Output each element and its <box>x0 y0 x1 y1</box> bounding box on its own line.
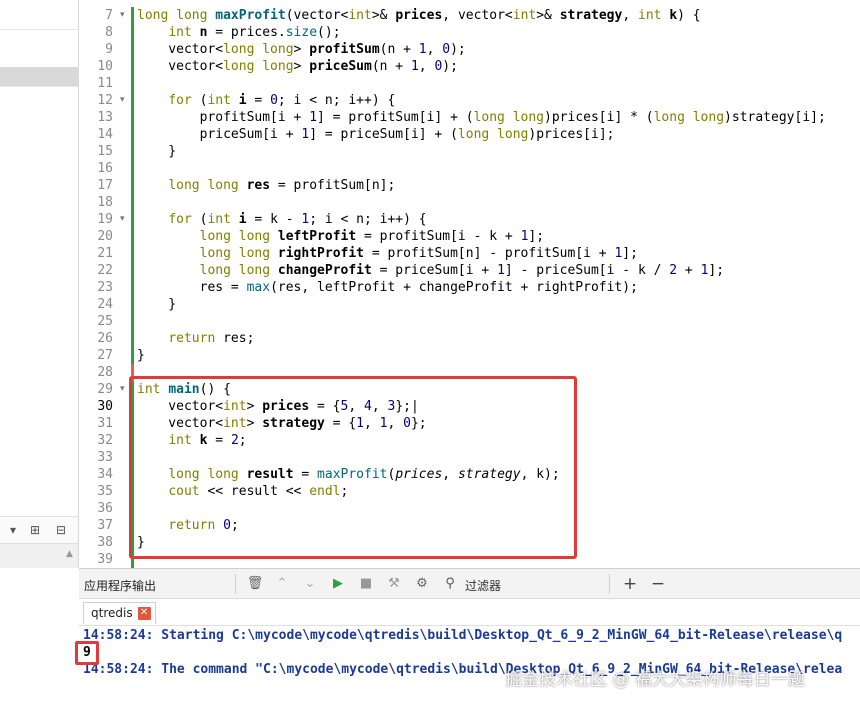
tab-label: qtredis <box>91 606 133 620</box>
line-number: 16 <box>97 161 113 176</box>
main-function-highlight <box>129 376 577 559</box>
line-number: 15 <box>97 144 113 159</box>
split-close-icon[interactable]: ⊟ <box>56 522 66 538</box>
code-line[interactable]: } <box>137 143 176 160</box>
line-number: 38 <box>97 535 113 550</box>
line-number: 22 <box>97 263 113 278</box>
line-number: 8 <box>105 25 113 40</box>
add-icon[interactable]: + <box>621 575 639 593</box>
divider <box>235 574 236 594</box>
line-number: 26 <box>97 331 113 346</box>
chevron-up-icon[interactable]: ⌃ <box>273 575 291 593</box>
line-number: 34 <box>97 467 113 482</box>
line-number: 25 <box>97 314 113 329</box>
code-line[interactable]: long long res = profitSum[n]; <box>137 177 395 194</box>
code-line[interactable]: int n = prices.size(); <box>137 24 340 41</box>
code-line[interactable]: } <box>137 347 145 364</box>
code-line[interactable]: vector<long long> profitSum(n + 1, 0); <box>137 41 465 58</box>
line-number: 27 <box>97 348 113 363</box>
line-number: 11 <box>97 76 113 91</box>
line-number: 13 <box>97 110 113 125</box>
line-number: 10 <box>97 59 113 74</box>
scroll-up-icon[interactable]: ▲ <box>66 549 73 559</box>
fold-arrow-icon[interactable]: ▾ <box>120 92 125 109</box>
divider <box>0 86 78 87</box>
code-line[interactable]: long long leftProfit = profitSum[i - k +… <box>137 228 544 245</box>
result-highlight <box>75 641 99 665</box>
line-number: 24 <box>97 297 113 312</box>
selected-tree-item[interactable] <box>0 67 78 86</box>
output-line-starting: 14:58:24: Starting C:\mycode\mycode\qtre… <box>83 628 843 643</box>
code-line[interactable]: long long maxProfit(vector<int>& prices,… <box>137 7 701 24</box>
fold-arrow-icon[interactable]: ▾ <box>120 381 125 398</box>
line-number: 35 <box>97 484 113 499</box>
line-number: 28 <box>97 365 113 380</box>
fold-arrow-icon[interactable]: ▾ <box>120 211 125 228</box>
line-number: 21 <box>97 246 113 261</box>
line-number: 18 <box>97 195 113 210</box>
line-number: 32 <box>97 433 113 448</box>
tab-qtredis[interactable]: qtredis ✕ <box>83 602 156 624</box>
chevron-down-icon[interactable]: ⌄ <box>301 575 319 593</box>
gear-icon[interactable]: ⚙ <box>413 575 431 593</box>
build-icon[interactable]: ⚒ <box>385 575 403 593</box>
search-icon: ⚲ <box>445 576 455 591</box>
line-number: 37 <box>97 518 113 533</box>
line-number: 17 <box>97 178 113 193</box>
line-number: 14 <box>97 127 113 142</box>
line-number: 9 <box>105 42 113 57</box>
clear-icon[interactable]: 🗑 <box>246 575 264 593</box>
code-line[interactable]: priceSum[i + 1] = priceSum[i] + (long lo… <box>137 126 615 143</box>
watermark: 掘金技术社区 @ 福大大架构师每日一题 <box>505 670 805 690</box>
stop-icon[interactable]: ■ <box>357 575 375 593</box>
code-line[interactable]: res = max(res, leftProfit + changeProfit… <box>137 279 638 296</box>
code-line[interactable]: long long changeProfit = priceSum[i + 1]… <box>137 262 724 279</box>
line-number: 33 <box>97 450 113 465</box>
code-line[interactable]: for (int i = 0; i < n; i++) { <box>137 92 395 109</box>
code-line[interactable]: long long rightProfit = profitSum[n] - p… <box>137 245 638 262</box>
line-number: 29 <box>97 382 113 397</box>
output-pane-title: 应用程序输出 <box>84 579 157 593</box>
chevron-down-icon[interactable]: ▾ <box>10 522 16 538</box>
line-number: 30 <box>97 399 113 414</box>
code-line[interactable]: profitSum[i + 1] = profitSum[i] + (long … <box>137 109 826 126</box>
side-panel: ▾ ⊞ ⊟ ▲ <box>0 0 79 568</box>
split-add-icon[interactable]: ⊞ <box>30 522 40 538</box>
line-number: 31 <box>97 416 113 431</box>
minus-icon[interactable]: − <box>649 575 667 593</box>
divider <box>609 574 610 594</box>
code-line[interactable]: } <box>137 296 176 313</box>
line-number-gutter: 7 8 9 10 11 12 13 14 15 16 17 18 19 20 21 22 23 24 25 26 27 2… <box>79 0 117 568</box>
line-number: 23 <box>97 280 113 295</box>
close-icon[interactable]: ✕ <box>137 607 151 620</box>
code-line[interactable]: vector<long long> priceSum(n + 1, 0); <box>137 58 458 75</box>
line-number: 20 <box>97 229 113 244</box>
line-number: 7 <box>105 8 113 23</box>
line-number: 36 <box>97 501 113 516</box>
run-icon[interactable]: ▶ <box>329 575 347 593</box>
line-number: 19 <box>97 212 113 227</box>
side-panel-toolbar: ▾ ⊞ ⊟ <box>0 516 78 544</box>
fold-arrow-icon[interactable]: ▾ <box>120 7 125 24</box>
output-pane-toolbar: 应用程序输出 🗑 ⌃ ⌄ ▶ ■ ⚒ ⚙ ⚲ 过滤器 + − <box>79 568 860 599</box>
line-number: 12 <box>97 93 113 108</box>
filter-input[interactable]: 过滤器 <box>465 577 501 594</box>
code-line[interactable]: return res; <box>137 330 254 347</box>
output-tab-bar: qtredis ✕ <box>79 599 860 626</box>
line-number: 39 <box>97 552 113 567</box>
divider <box>0 29 78 30</box>
code-line[interactable]: for (int i = k - 1; i < n; i++) { <box>137 211 426 228</box>
